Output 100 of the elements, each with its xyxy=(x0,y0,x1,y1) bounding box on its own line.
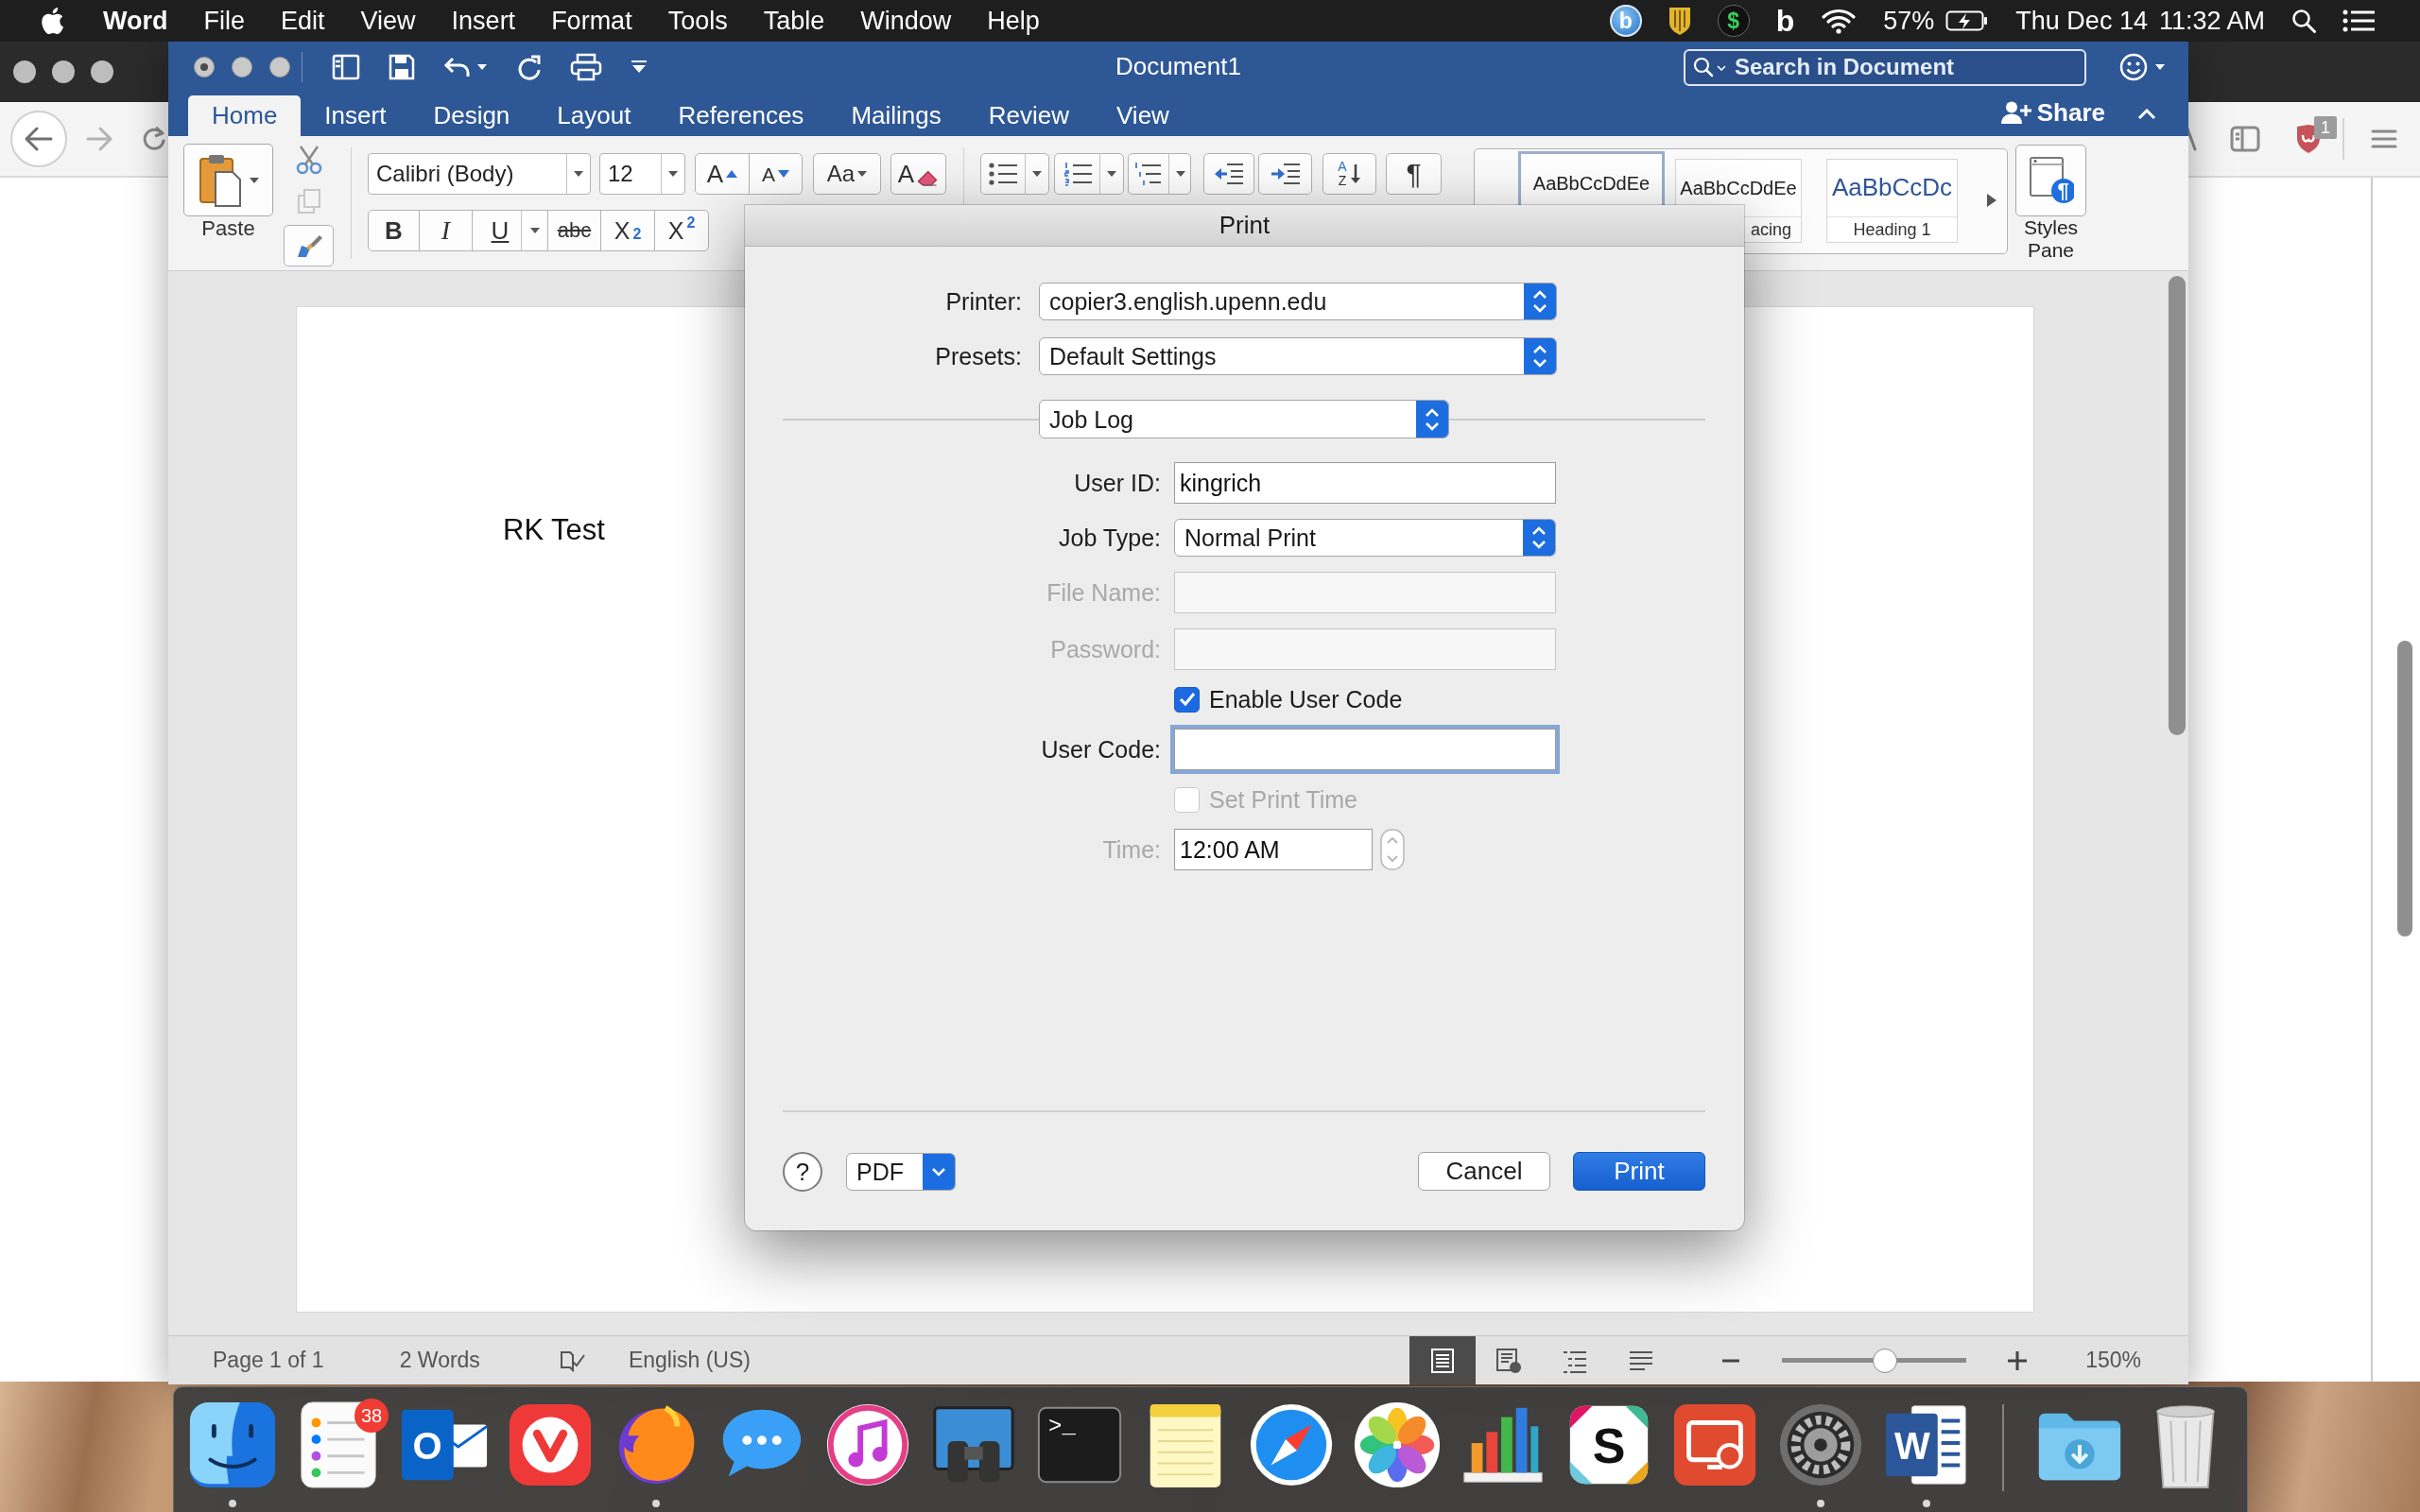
menu-item[interactable]: Edit xyxy=(263,5,343,37)
menu-item[interactable]: Tools xyxy=(649,5,746,37)
bullets-button[interactable] xyxy=(980,153,1049,195)
text-field[interactable]: kingrich xyxy=(1174,462,1556,504)
slanted-line-icon[interactable] xyxy=(2186,127,2197,151)
zoom-button[interactable] xyxy=(269,57,290,77)
shield-icon[interactable] xyxy=(1668,6,1691,36)
menu-time: 11:32 AM xyxy=(2158,6,2265,37)
paste-button[interactable] xyxy=(183,144,273,216)
scrollbar-thumb[interactable] xyxy=(2169,276,2186,735)
change-case-button[interactable]: Aa xyxy=(813,153,881,195)
list-icon[interactable] xyxy=(2342,9,2375,32)
reload-icon[interactable] xyxy=(141,126,165,152)
minimize-button[interactable] xyxy=(232,57,252,77)
ribbon-tab[interactable]: Insert xyxy=(301,95,410,136)
plus-icon[interactable] xyxy=(2008,1350,2028,1370)
menu-icon[interactable] xyxy=(2371,129,2397,149)
clear-formatting-button[interactable]: A xyxy=(890,153,946,195)
cancel-button[interactable]: Cancel xyxy=(1418,1152,1550,1191)
share-button[interactable]: Share xyxy=(2000,97,2105,128)
checkbox[interactable] xyxy=(1174,686,1200,713)
ribbon-tab[interactable]: Layout xyxy=(533,95,655,136)
strikethrough-button[interactable]: abc xyxy=(547,210,601,251)
multilevel-list-button[interactable] xyxy=(1128,153,1191,195)
updown-chevron-icon xyxy=(1524,284,1556,319)
caret-icon[interactable] xyxy=(631,60,648,74)
undo-icon[interactable] xyxy=(443,55,472,79)
shrink-font-button[interactable]: A xyxy=(749,153,803,195)
style-caption: Heading 1 xyxy=(1827,216,1957,242)
menu-item[interactable]: Insert xyxy=(433,5,534,37)
panel-popup[interactable]: Job Log xyxy=(1039,400,1449,438)
outdent-icon xyxy=(1214,162,1244,186)
menu-item[interactable]: View xyxy=(342,5,434,37)
caret-icon[interactable] xyxy=(477,64,487,70)
ribbon-tab[interactable]: Design xyxy=(409,95,534,136)
ribbon-tab[interactable]: Home xyxy=(188,95,302,136)
zoom-slider-thumb[interactable] xyxy=(1873,1348,1898,1373)
search-icon[interactable] xyxy=(2291,9,2316,33)
menu-item[interactable]: Window xyxy=(842,5,970,37)
help-button[interactable]: ? xyxy=(783,1151,822,1192)
field-label: Printer: xyxy=(945,287,1022,316)
clipboard-icon xyxy=(198,152,242,208)
menu-item[interactable]: Format xyxy=(533,5,650,37)
battery-charging-icon[interactable] xyxy=(1945,10,1990,31)
wifi-icon[interactable] xyxy=(1821,8,1858,34)
chevron-up-icon[interactable] xyxy=(2137,109,2156,120)
pdf-menu-button[interactable]: PDF xyxy=(846,1152,956,1191)
printer-icon[interactable] xyxy=(570,53,602,81)
grow-font-button[interactable]: A xyxy=(695,153,750,195)
presets-popup[interactable]: Default Settings xyxy=(1039,337,1557,375)
scissors-icon[interactable] xyxy=(294,145,323,175)
bold-button[interactable]: B xyxy=(368,210,420,251)
font-name-field[interactable]: Calibri (Body) xyxy=(368,153,591,195)
font-size-field[interactable]: 12 xyxy=(599,153,685,195)
search-field[interactable]: Search in Document xyxy=(1684,48,2086,86)
app-menu[interactable]: Word xyxy=(85,5,186,37)
ribbon-tab[interactable]: Review xyxy=(964,95,1093,136)
letter-icon[interactable]: b xyxy=(1775,5,1795,37)
scrollbar-thumb[interactable] xyxy=(2397,641,2412,936)
person-plus-icon xyxy=(2000,101,2031,125)
field-label: Job Type: xyxy=(1059,524,1161,552)
apple-icon[interactable] xyxy=(40,6,64,36)
superscript-button[interactable]: X$^{2}$ xyxy=(654,210,709,251)
numbering-button[interactable] xyxy=(1054,153,1124,195)
style-tile[interactable]: AaBbCcDc Heading 1 xyxy=(1826,159,1958,243)
save-icon[interactable] xyxy=(389,54,415,80)
menu-item[interactable]: Help xyxy=(969,5,1058,37)
count-badge: 38 xyxy=(354,1399,389,1433)
printer-popup[interactable]: copier3.english.upenn.edu xyxy=(1039,283,1557,320)
triangle-right-icon[interactable] xyxy=(1986,193,1997,208)
checkbox-label: Set Print Time xyxy=(1209,785,1357,814)
underline-button[interactable]: U xyxy=(472,210,548,251)
dollar-disc-icon[interactable]: $ xyxy=(1717,5,1750,37)
menu-item[interactable]: File xyxy=(185,5,263,37)
minimize-button[interactable] xyxy=(52,60,75,83)
styles-pane-button[interactable]: ¶ xyxy=(2015,145,2086,216)
increase-indent-button[interactable] xyxy=(1258,153,1312,195)
caret-icon[interactable] xyxy=(2155,64,2165,70)
close-button[interactable] xyxy=(13,60,36,83)
sort-button[interactable]: A Z xyxy=(1322,153,1376,195)
close-button[interactable] xyxy=(194,57,215,77)
ribbon-tab[interactable]: Mailings xyxy=(827,95,965,136)
popup-button[interactable]: Normal Print xyxy=(1174,519,1556,557)
decrease-indent-button[interactable] xyxy=(1203,153,1254,195)
italic-button[interactable]: I xyxy=(419,210,473,251)
sidebar-icon[interactable] xyxy=(2230,126,2260,152)
menu-item[interactable]: Table xyxy=(745,5,843,37)
print-button[interactable]: Print xyxy=(1573,1152,1705,1191)
print-layout-button[interactable] xyxy=(1409,1336,1477,1384)
menu-date: Thu Dec 14 xyxy=(2015,6,2148,37)
proofing-book-icon[interactable] xyxy=(559,1349,586,1372)
show-marks-button[interactable]: ¶ xyxy=(1386,153,1442,195)
zoom-button[interactable] xyxy=(91,60,113,83)
ribbon-tab[interactable]: References xyxy=(654,95,828,136)
format-painter-button[interactable] xyxy=(284,225,334,266)
back-button[interactable] xyxy=(10,111,67,167)
text-field[interactable] xyxy=(1174,729,1556,770)
minus-icon[interactable] xyxy=(1722,1358,1740,1363)
ribbon-tab[interactable]: View xyxy=(1093,95,1193,136)
smiley-icon[interactable] xyxy=(2119,53,2148,81)
